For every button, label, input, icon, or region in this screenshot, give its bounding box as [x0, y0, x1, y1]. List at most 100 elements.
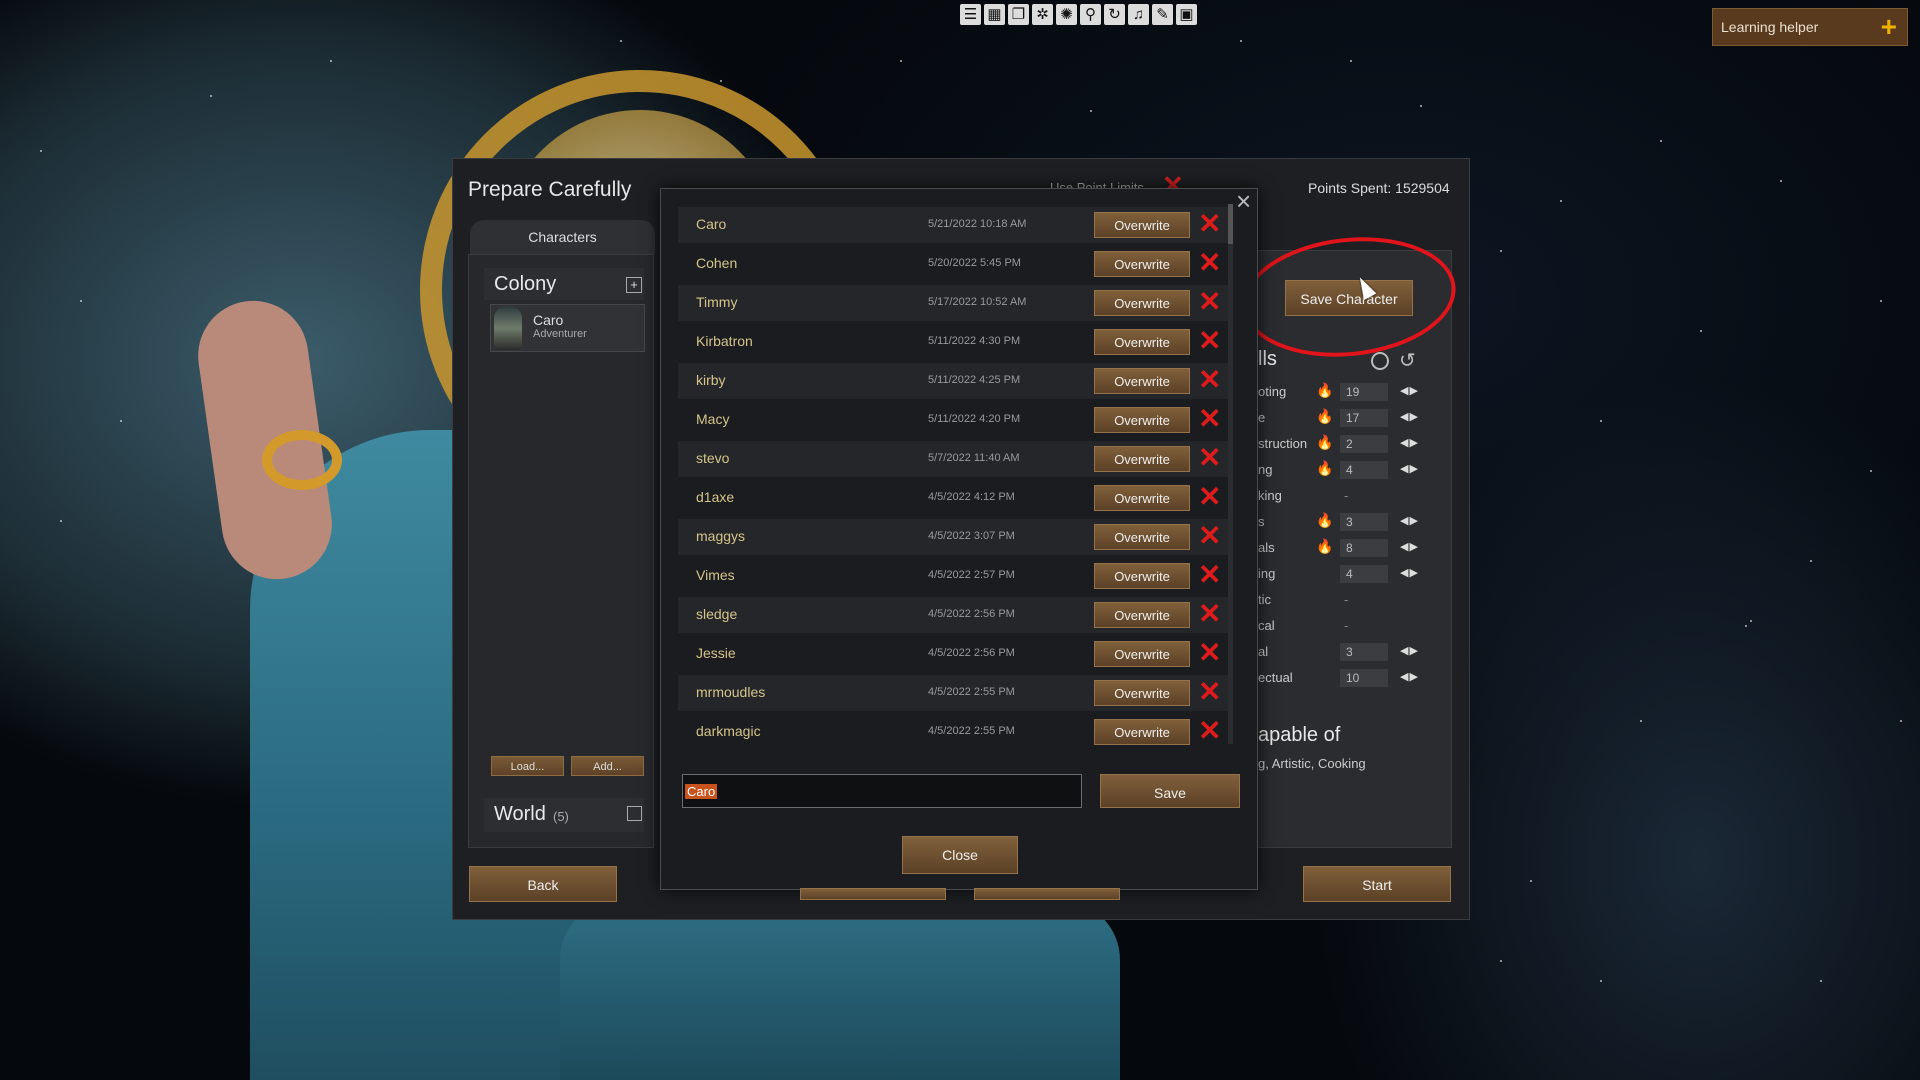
saved-character-row[interactable]: Jessie 4/5/2022 2:56 PM Overwrite ✕: [678, 636, 1228, 672]
character-name[interactable]: Timmy: [696, 294, 737, 310]
refresh-icon[interactable]: ↻: [1104, 4, 1125, 25]
passion-flame-icon[interactable]: 🔥: [1316, 382, 1333, 399]
character-name[interactable]: stevo: [696, 450, 729, 466]
saved-character-row[interactable]: sledge 4/5/2022 2:56 PM Overwrite ✕: [678, 597, 1228, 633]
music-icon[interactable]: ♫: [1128, 4, 1149, 25]
filename-input[interactable]: [682, 774, 1082, 808]
character-name[interactable]: maggys: [696, 528, 745, 544]
add-colonist-icon[interactable]: +: [626, 277, 642, 293]
overwrite-button[interactable]: Overwrite: [1094, 290, 1190, 316]
saved-character-row[interactable]: Cohen 5/20/2022 5:45 PM Overwrite ✕: [678, 246, 1228, 282]
search-icon[interactable]: ⚲: [1080, 4, 1101, 25]
overwrite-button[interactable]: Overwrite: [1094, 602, 1190, 628]
overwrite-button[interactable]: Overwrite: [1094, 407, 1190, 433]
character-name[interactable]: kirby: [696, 372, 726, 388]
clear-skills-icon[interactable]: [1371, 352, 1389, 370]
saved-character-row[interactable]: Caro 5/21/2022 10:18 AM Overwrite ✕: [678, 207, 1228, 243]
delete-icon[interactable]: ✕: [1198, 599, 1221, 629]
delete-icon[interactable]: ✕: [1198, 443, 1221, 473]
overwrite-button[interactable]: Overwrite: [1094, 524, 1190, 550]
list-icon[interactable]: ☰: [960, 4, 981, 25]
paint-icon[interactable]: ✎: [1152, 4, 1173, 25]
overwrite-button[interactable]: Overwrite: [1094, 368, 1190, 394]
world-expand-icon[interactable]: [627, 806, 642, 821]
delete-icon[interactable]: ✕: [1198, 209, 1221, 239]
skill-adjust-arrows-icon[interactable]: ◀▶: [1400, 436, 1419, 449]
save-button[interactable]: Save: [1100, 774, 1240, 808]
grid-icon[interactable]: ▦: [984, 4, 1005, 25]
character-name[interactable]: mrmoudles: [696, 684, 765, 700]
learning-helper[interactable]: Learning helper +: [1712, 8, 1908, 46]
delete-icon[interactable]: ✕: [1198, 521, 1221, 551]
saved-character-row[interactable]: Macy 5/11/2022 4:20 PM Overwrite ✕: [678, 402, 1228, 438]
start-button[interactable]: Start: [1303, 866, 1451, 902]
sun-icon[interactable]: ✺: [1056, 4, 1077, 25]
character-name[interactable]: Caro: [696, 216, 726, 232]
saved-character-row[interactable]: kirby 5/11/2022 4:25 PM Overwrite ✕: [678, 363, 1228, 399]
delete-icon[interactable]: ✕: [1198, 287, 1221, 317]
saved-character-row[interactable]: darkmagic 4/5/2022 2:55 PM Overwrite ✕: [678, 714, 1228, 750]
overwrite-button[interactable]: Overwrite: [1094, 329, 1190, 355]
plus-icon[interactable]: +: [1881, 13, 1897, 41]
delete-icon[interactable]: ✕: [1198, 404, 1221, 434]
skill-adjust-arrows-icon[interactable]: ◀▶: [1400, 514, 1419, 527]
passion-flame-icon[interactable]: 🔥: [1316, 434, 1333, 451]
delete-icon[interactable]: ✕: [1198, 326, 1221, 356]
overwrite-button[interactable]: Overwrite: [1094, 251, 1190, 277]
scrollbar[interactable]: [1228, 204, 1233, 744]
delete-icon[interactable]: ✕: [1198, 248, 1221, 278]
character-name[interactable]: Vimes: [696, 567, 735, 583]
tab-characters[interactable]: Characters: [470, 220, 655, 254]
overwrite-button[interactable]: Overwrite: [1094, 485, 1190, 511]
delete-icon[interactable]: ✕: [1198, 638, 1221, 668]
copy-icon[interactable]: ❐: [1008, 4, 1029, 25]
character-name[interactable]: Macy: [696, 411, 729, 427]
saved-character-row[interactable]: Kirbatron 5/11/2022 4:30 PM Overwrite ✕: [678, 324, 1228, 360]
back-button[interactable]: Back: [469, 866, 617, 902]
save-date: 5/11/2022 4:20 PM: [928, 413, 1021, 425]
saved-character-row[interactable]: Vimes 4/5/2022 2:57 PM Overwrite ✕: [678, 558, 1228, 594]
reset-skills-icon[interactable]: ↺: [1399, 348, 1416, 373]
passion-flame-icon[interactable]: 🔥: [1316, 408, 1333, 425]
character-name[interactable]: d1axe: [696, 489, 734, 505]
character-name[interactable]: Kirbatron: [696, 333, 753, 349]
add-button[interactable]: Add...: [571, 756, 644, 776]
saved-character-row[interactable]: Timmy 5/17/2022 10:52 AM Overwrite ✕: [678, 285, 1228, 321]
delete-icon[interactable]: ✕: [1198, 365, 1221, 395]
skill-label: cal: [1258, 618, 1275, 633]
skill-adjust-arrows-icon[interactable]: ◀▶: [1400, 462, 1419, 475]
overwrite-button[interactable]: Overwrite: [1094, 446, 1190, 472]
overwrite-button[interactable]: Overwrite: [1094, 641, 1190, 667]
skill-adjust-arrows-icon[interactable]: ◀▶: [1400, 566, 1419, 579]
passion-flame-icon[interactable]: 🔥: [1316, 460, 1333, 477]
character-name[interactable]: Cohen: [696, 255, 737, 271]
overwrite-button[interactable]: Overwrite: [1094, 563, 1190, 589]
overwrite-button[interactable]: Overwrite: [1094, 719, 1190, 745]
load-button[interactable]: Load...: [491, 756, 564, 776]
delete-icon[interactable]: ✕: [1198, 677, 1221, 707]
close-button[interactable]: Close: [902, 836, 1018, 874]
skill-adjust-arrows-icon[interactable]: ◀▶: [1400, 644, 1419, 657]
passion-flame-icon[interactable]: 🔥: [1316, 538, 1333, 555]
skill-adjust-arrows-icon[interactable]: ◀▶: [1400, 540, 1419, 553]
saved-character-row[interactable]: d1axe 4/5/2022 4:12 PM Overwrite ✕: [678, 480, 1228, 516]
character-name[interactable]: sledge: [696, 606, 737, 622]
overwrite-button[interactable]: Overwrite: [1094, 212, 1190, 238]
scrollbar-thumb[interactable]: [1228, 204, 1233, 244]
overwrite-button[interactable]: Overwrite: [1094, 680, 1190, 706]
passion-flame-icon[interactable]: 🔥: [1316, 512, 1333, 529]
character-name[interactable]: Jessie: [696, 645, 736, 661]
close-icon[interactable]: ×: [1236, 188, 1251, 214]
skill-adjust-arrows-icon[interactable]: ◀▶: [1400, 384, 1419, 397]
character-name[interactable]: darkmagic: [696, 723, 761, 739]
gear-icon[interactable]: ✲: [1032, 4, 1053, 25]
image-icon[interactable]: ▣: [1176, 4, 1197, 25]
skill-adjust-arrows-icon[interactable]: ◀▶: [1400, 410, 1419, 423]
delete-icon[interactable]: ✕: [1198, 560, 1221, 590]
skill-adjust-arrows-icon[interactable]: ◀▶: [1400, 670, 1419, 683]
saved-character-row[interactable]: mrmoudles 4/5/2022 2:55 PM Overwrite ✕: [678, 675, 1228, 711]
delete-icon[interactable]: ✕: [1198, 482, 1221, 512]
delete-icon[interactable]: ✕: [1198, 716, 1221, 746]
saved-character-row[interactable]: stevo 5/7/2022 11:40 AM Overwrite ✕: [678, 441, 1228, 477]
saved-character-row[interactable]: maggys 4/5/2022 3:07 PM Overwrite ✕: [678, 519, 1228, 555]
